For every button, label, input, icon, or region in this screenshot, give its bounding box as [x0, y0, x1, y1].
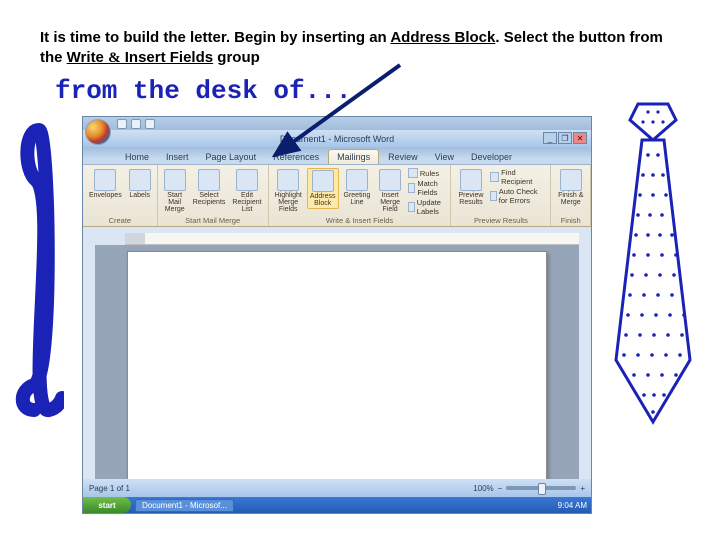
ribbon-group-write-insert-fields: Highlight Merge Fields Address Block Greet…: [269, 165, 452, 226]
highlight-merge-fields-button[interactable]: Highlight Merge Fields: [273, 168, 304, 214]
match-fields-button[interactable]: Match Fields: [408, 179, 447, 197]
document-area[interactable]: [95, 245, 579, 479]
zoom-in-icon[interactable]: +: [580, 484, 585, 493]
rules-icon: [408, 168, 418, 178]
button-label: Highlight Merge Fields: [275, 192, 302, 213]
ribbon-group-preview-results: Preview Results Find RecipientAuto Check …: [451, 165, 551, 226]
button-label: Labels: [129, 192, 150, 199]
zoom-value: 100%: [473, 484, 493, 493]
word-application-window: Document1 - Microsoft Word _ ❐ ✕ HomeIns…: [82, 116, 592, 514]
address-block-icon: [312, 170, 334, 192]
tab-developer[interactable]: Developer: [463, 150, 520, 164]
tab-insert[interactable]: Insert: [158, 150, 197, 164]
select-recipients-icon: [198, 169, 220, 191]
button-label: Start Mail Merge: [164, 192, 186, 213]
group-label: Preview Results: [455, 216, 546, 226]
tab-home[interactable]: Home: [117, 150, 157, 164]
close-button[interactable]: ✕: [573, 132, 587, 144]
group-label: Create: [87, 216, 153, 226]
maximize-button[interactable]: ❐: [558, 132, 572, 144]
edit-recipient-list-button[interactable]: Edit Recipient List: [230, 168, 263, 214]
ribbon: Envelopes Labels Create Start Mail Merge Sel…: [83, 165, 591, 227]
greeting-line-icon: [346, 169, 368, 191]
office-button[interactable]: [85, 119, 111, 145]
update-labels-button[interactable]: Update Labels: [408, 198, 447, 216]
quick-access-toolbar[interactable]: [83, 117, 591, 130]
address-block-button[interactable]: Address Block: [307, 168, 339, 209]
finish-merge-button[interactable]: Finish & Merge: [555, 168, 586, 207]
zoom-control[interactable]: 100% − +: [473, 484, 585, 493]
update-labels-icon: [408, 202, 415, 212]
tab-page-layout[interactable]: Page Layout: [198, 150, 265, 164]
start-mail-merge-icon: [164, 169, 186, 191]
qat-redo-icon[interactable]: [145, 119, 155, 129]
button-label: Address Block: [310, 193, 336, 207]
find-recipient-button[interactable]: Find Recipient: [490, 168, 547, 186]
button-label: Envelopes: [89, 192, 122, 199]
status-page-info: Page 1 of 1: [89, 484, 130, 493]
title-bar: Document1 - Microsoft Word _ ❐ ✕: [83, 130, 591, 147]
group-label: Finish: [555, 216, 586, 226]
labels-button[interactable]: Labels: [127, 168, 153, 200]
from-the-desk-of-text: from the desk of...: [55, 76, 351, 106]
qat-undo-icon[interactable]: [131, 119, 141, 129]
system-tray[interactable]: 9:04 AM: [558, 501, 587, 510]
select-recipients-button[interactable]: Select Recipients: [191, 168, 228, 207]
envelopes-icon: [94, 169, 116, 191]
ribbon-tabs: HomeInsertPage LayoutReferencesMailingsR…: [83, 147, 591, 165]
highlight-merge-fields-icon: [277, 169, 299, 191]
ribbon-group-create: Envelopes Labels Create: [83, 165, 158, 226]
labels-icon: [129, 169, 151, 191]
insert-merge-field-button[interactable]: Insert Merge Field: [375, 168, 405, 214]
windows-taskbar: start Document1 - Microsof... 9:04 AM: [83, 497, 591, 513]
greeting-line-button[interactable]: Greeting Line: [342, 168, 373, 207]
button-label: Select Recipients: [193, 192, 226, 206]
horizontal-ruler[interactable]: [125, 233, 579, 245]
document-page[interactable]: [127, 251, 547, 479]
tab-mailings[interactable]: Mailings: [328, 149, 379, 164]
envelopes-button[interactable]: Envelopes: [87, 168, 124, 200]
match-fields-icon: [408, 183, 415, 193]
ribbon-group-finish: Finish & Merge Finish: [551, 165, 591, 226]
button-label: Preview Results: [457, 192, 484, 206]
button-label: Insert Merge Field: [377, 192, 403, 213]
zoom-out-icon[interactable]: −: [498, 484, 503, 493]
tray-clock: 9:04 AM: [558, 501, 587, 510]
taskbar-item-word[interactable]: Document1 - Microsof...: [135, 499, 234, 512]
find-recipient-icon: [490, 172, 500, 182]
auto-check-for-errors-icon: [490, 191, 497, 201]
tab-references[interactable]: References: [265, 150, 327, 164]
rules-button[interactable]: Rules: [408, 168, 447, 178]
edit-recipient-list-icon: [236, 169, 258, 191]
button-label: Greeting Line: [344, 192, 371, 206]
auto-check-for-errors-button[interactable]: Auto Check for Errors: [490, 187, 547, 205]
preview-results-button[interactable]: Preview Results: [455, 168, 486, 207]
status-bar: Page 1 of 1 100% − +: [83, 479, 591, 497]
minimize-button[interactable]: _: [543, 132, 557, 144]
group-label: Write & Insert Fields: [273, 216, 447, 226]
start-mail-merge-button[interactable]: Start Mail Merge: [162, 168, 188, 214]
decorative-necktie: [598, 100, 708, 430]
zoom-slider[interactable]: [506, 486, 576, 490]
tab-review[interactable]: Review: [380, 150, 426, 164]
tab-view[interactable]: View: [427, 150, 462, 164]
instruction-text: It is time to build the letter. Begin by…: [40, 28, 680, 69]
ribbon-group-start-mail-merge: Start Mail Merge Select Recipients Edit Re…: [158, 165, 269, 226]
finish-merge-icon: [560, 169, 582, 191]
button-label: Finish & Merge: [557, 192, 584, 206]
button-label: Edit Recipient List: [232, 192, 261, 213]
insert-merge-field-icon: [379, 169, 401, 191]
qat-save-icon[interactable]: [117, 119, 127, 129]
decorative-letter-l: [14, 110, 64, 430]
start-button[interactable]: start: [83, 497, 131, 513]
preview-results-icon: [460, 169, 482, 191]
window-title: Document1 - Microsoft Word: [280, 134, 394, 144]
group-label: Start Mail Merge: [162, 216, 264, 226]
